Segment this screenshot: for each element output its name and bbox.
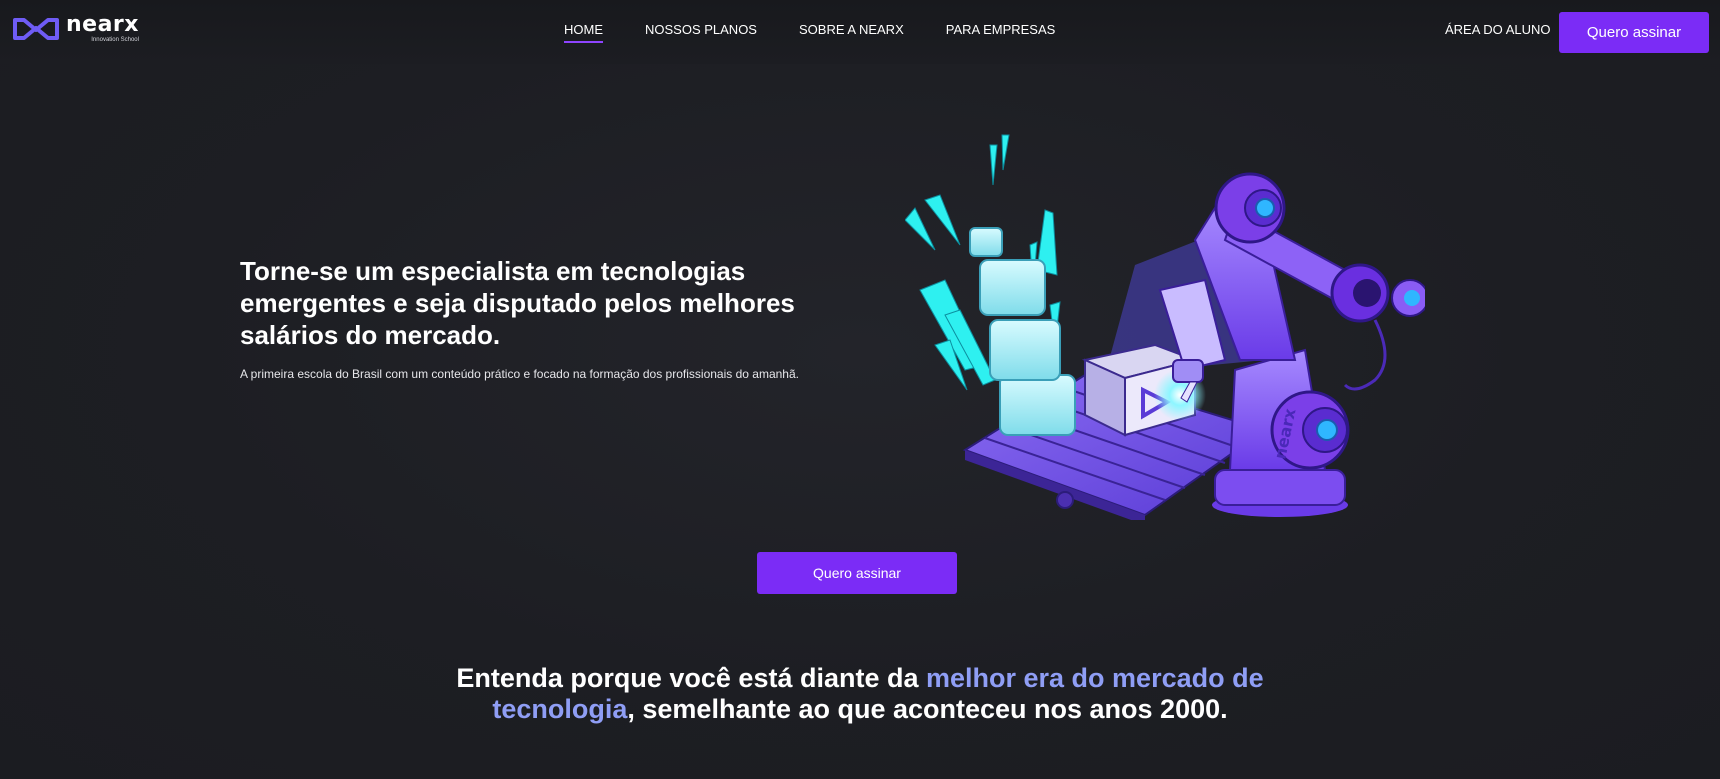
section-heading-part1: Entenda porque você está diante da bbox=[456, 663, 926, 693]
page: nearx Innovation School HOME NOSSOS PLAN… bbox=[0, 0, 1720, 779]
nav-sobre-a-nearx[interactable]: SOBRE A NEARX bbox=[799, 22, 904, 43]
hero-title: Torne-se um especialista em tecnologias … bbox=[240, 256, 795, 350]
main-nav: HOME NOSSOS PLANOS SOBRE A NEARX PARA EM… bbox=[564, 22, 1055, 43]
nav-nossos-planos[interactable]: NOSSOS PLANOS bbox=[645, 22, 757, 43]
robot-arm-illustration: nearx bbox=[905, 134, 1425, 520]
section-heading: Entenda porque você está diante da melho… bbox=[410, 663, 1310, 725]
student-area-link[interactable]: ÁREA DO ALUNO bbox=[1445, 22, 1550, 37]
logo-text: nearx Innovation School bbox=[66, 12, 139, 44]
hero-subscribe-button[interactable]: Quero assinar bbox=[757, 552, 957, 594]
nearx-logo[interactable]: nearx Innovation School bbox=[12, 14, 139, 43]
logo-tagline: Innovation School bbox=[91, 37, 139, 43]
nav-home[interactable]: HOME bbox=[564, 22, 603, 43]
logo-word: nearx bbox=[66, 12, 139, 37]
header-subscribe-button[interactable]: Quero assinar bbox=[1559, 12, 1709, 53]
site-header: nearx Innovation School HOME NOSSOS PLAN… bbox=[0, 0, 1720, 64]
hero-subtitle: A primeira escola do Brasil com um conte… bbox=[240, 367, 799, 381]
nav-para-empresas[interactable]: PARA EMPRESAS bbox=[946, 22, 1056, 43]
section-heading-part2: , semelhante ao que aconteceu nos anos 2… bbox=[627, 694, 1228, 724]
nearx-logo-icon bbox=[13, 17, 59, 40]
